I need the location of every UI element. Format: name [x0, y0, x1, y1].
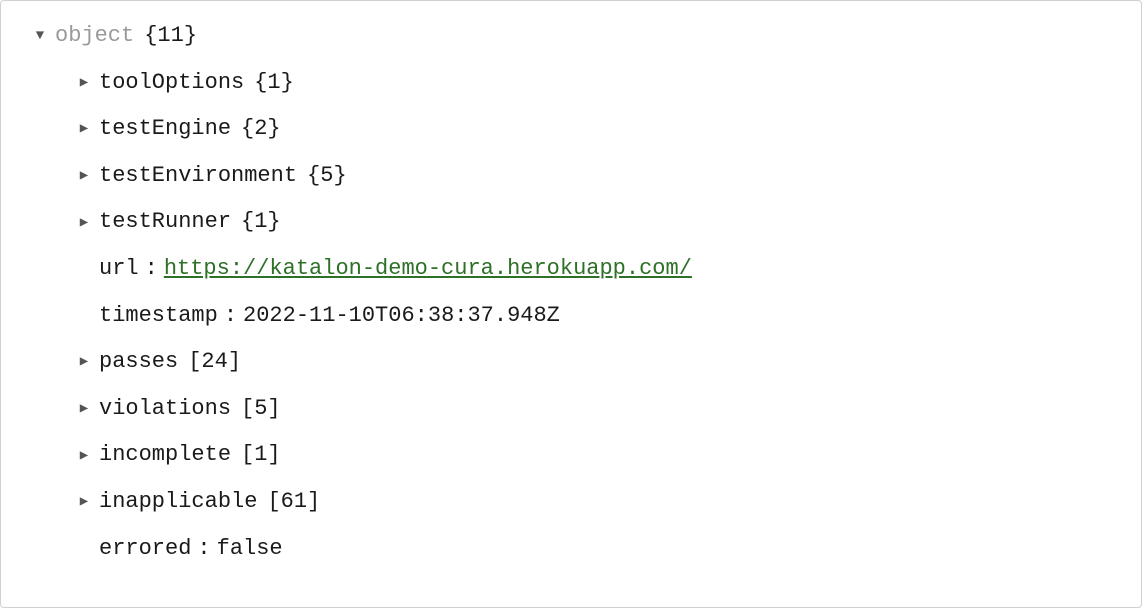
node-value: 2022-11-10T06:38:37.948Z: [243, 302, 560, 331]
node-count: [24]: [188, 348, 241, 377]
tree-node-testrunner: ▶ testRunner {1}: [9, 199, 1133, 246]
tree-node-url: url : https://katalon-demo-cura.herokuap…: [9, 246, 1133, 293]
chevron-right-icon[interactable]: ▶: [69, 214, 99, 232]
chevron-right-icon[interactable]: ▶: [69, 493, 99, 511]
node-count: {5}: [307, 162, 347, 191]
node-key: inapplicable: [99, 488, 257, 517]
tree-node-timestamp: timestamp : 2022-11-10T06:38:37.948Z: [9, 293, 1133, 340]
chevron-right-icon[interactable]: ▶: [69, 447, 99, 465]
node-count: {1}: [254, 69, 294, 98]
chevron-right-icon[interactable]: ▶: [69, 74, 99, 92]
node-count: [1]: [241, 441, 281, 470]
node-key: testEngine: [99, 115, 231, 144]
tree-node-violations: ▶ violations [5]: [9, 386, 1133, 433]
root-count: {11}: [144, 22, 197, 51]
json-tree-viewer: ▼ object {11} ▶ toolOptions {1} ▶ testEn…: [0, 0, 1142, 608]
node-value: false: [217, 535, 283, 564]
node-count: {1}: [241, 208, 281, 237]
chevron-right-icon[interactable]: ▶: [69, 400, 99, 418]
key-value-separator: :: [197, 535, 210, 564]
tree-node-errored: errored : false: [9, 526, 1133, 573]
chevron-right-icon[interactable]: ▶: [69, 120, 99, 138]
root-label: object: [55, 22, 134, 51]
node-key: violations: [99, 395, 231, 424]
tree-node-testenvironment: ▶ testEnvironment {5}: [9, 153, 1133, 200]
node-count: [5]: [241, 395, 281, 424]
node-key: testEnvironment: [99, 162, 297, 191]
key-value-separator: :: [224, 302, 237, 331]
node-key: testRunner: [99, 208, 231, 237]
node-key: incomplete: [99, 441, 231, 470]
tree-root-row: ▼ object {11}: [9, 13, 1133, 60]
node-key: passes: [99, 348, 178, 377]
node-key: timestamp: [99, 302, 218, 331]
url-link[interactable]: https://katalon-demo-cura.herokuapp.com/: [164, 255, 692, 284]
node-count: {2}: [241, 115, 281, 144]
chevron-right-icon[interactable]: ▶: [69, 353, 99, 371]
node-key: url: [99, 255, 139, 284]
node-key: toolOptions: [99, 69, 244, 98]
key-value-separator: :: [145, 255, 158, 284]
node-count: [61]: [267, 488, 320, 517]
chevron-down-icon[interactable]: ▼: [25, 27, 55, 45]
tree-node-incomplete: ▶ incomplete [1]: [9, 432, 1133, 479]
tree-node-passes: ▶ passes [24]: [9, 339, 1133, 386]
tree-node-testengine: ▶ testEngine {2}: [9, 106, 1133, 153]
node-key: errored: [99, 535, 191, 564]
chevron-right-icon[interactable]: ▶: [69, 167, 99, 185]
tree-node-inapplicable: ▶ inapplicable [61]: [9, 479, 1133, 526]
tree-node-tooloptions: ▶ toolOptions {1}: [9, 60, 1133, 107]
